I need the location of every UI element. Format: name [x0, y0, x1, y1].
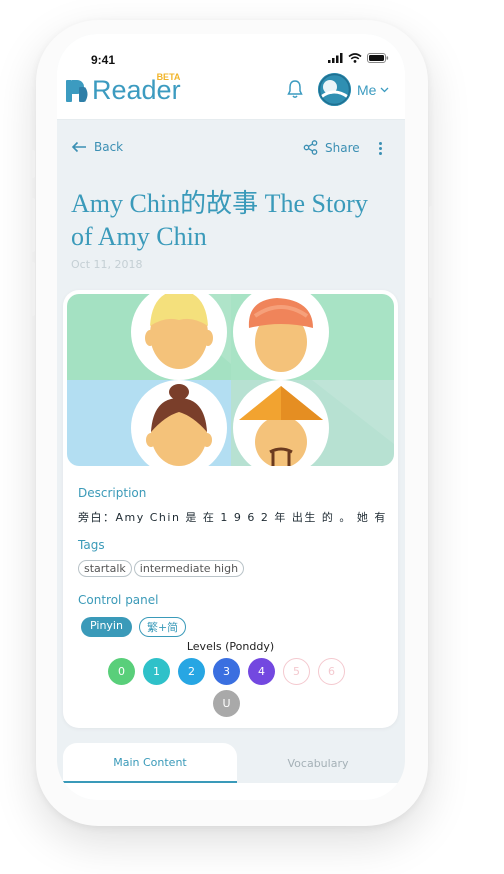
battery-icon — [367, 53, 389, 63]
tab-content-area — [57, 783, 405, 800]
status-time: 9:41 — [91, 53, 116, 67]
back-button[interactable]: Back — [71, 140, 123, 154]
pd-logo-icon — [66, 80, 88, 102]
more-vertical-icon[interactable] — [375, 140, 385, 156]
story-nav-bar: Back Share — [57, 134, 405, 164]
level-button-4[interactable]: 4 — [248, 658, 275, 685]
tags-label: Tags — [78, 538, 105, 552]
back-label: Back — [94, 140, 124, 154]
app-bar: Reader BETA Me — [57, 70, 405, 120]
avatar[interactable] — [318, 73, 351, 106]
level-button-5[interactable]: 5 — [283, 658, 310, 685]
cover-illustration — [67, 294, 394, 466]
tag-list: startalk intermediate high — [78, 560, 245, 577]
level-button-6[interactable]: 6 — [318, 658, 345, 685]
tab-main-content[interactable]: Main Content — [63, 743, 237, 783]
phone-side-button — [429, 206, 433, 298]
story-cover-image[interactable] — [67, 294, 394, 466]
content-tabs: Main Content Vocabulary — [63, 743, 399, 783]
avatar-image — [318, 73, 351, 106]
level-button-3[interactable]: 3 — [213, 658, 240, 685]
story-title: Amy Chin的故事 The Story of Amy Chin — [71, 189, 368, 251]
description-label: Description — [78, 486, 147, 500]
bell-icon[interactable] — [287, 79, 303, 99]
signal-icon — [328, 53, 343, 63]
tab-vocabulary[interactable]: Vocabulary — [237, 743, 399, 783]
level-button-1[interactable]: 1 — [143, 658, 170, 685]
share-icon — [303, 140, 318, 155]
phone-side-button — [31, 150, 35, 178]
phone-side-button — [31, 198, 35, 252]
level-button-2[interactable]: 2 — [178, 658, 205, 685]
level-button-0[interactable]: 0 — [108, 658, 135, 685]
share-button[interactable]: Share — [303, 140, 360, 155]
story-date: Oct 11, 2018 — [71, 258, 143, 271]
user-menu[interactable]: Me — [357, 82, 389, 98]
wifi-icon — [348, 53, 362, 63]
story-card: Description 旁白：Amy Chin 是 在 1 9 6 2 年 出生… — [63, 290, 398, 728]
level-button-u[interactable]: U — [213, 690, 240, 717]
status-icons — [328, 53, 389, 63]
story-description: 旁白：Amy Chin 是 在 1 9 6 2 年 出生 的 。 她 有 两 个… — [78, 511, 388, 524]
app-logo[interactable]: Reader BETA — [65, 72, 181, 106]
phone-screen: 9:41 Reader BETA Me Back Share Amy Chin的… — [57, 34, 405, 800]
share-label: Share — [325, 140, 360, 155]
beta-badge: BETA — [156, 72, 181, 82]
tag-chip[interactable]: intermediate high — [133, 560, 245, 577]
levels-title: Levels (Ponddy) — [186, 640, 275, 653]
script-toggle[interactable]: 繁+简 — [138, 617, 187, 637]
phone-side-button — [31, 262, 35, 316]
tag-chip[interactable]: startalk — [78, 560, 132, 577]
arrow-left-icon — [71, 141, 86, 153]
control-panel: Pinyin 繁+简 — [81, 617, 187, 637]
user-menu-label: Me — [357, 82, 377, 98]
control-panel-label: Control panel — [78, 593, 159, 607]
chevron-down-icon — [380, 87, 389, 93]
pinyin-toggle[interactable]: Pinyin — [81, 617, 132, 637]
